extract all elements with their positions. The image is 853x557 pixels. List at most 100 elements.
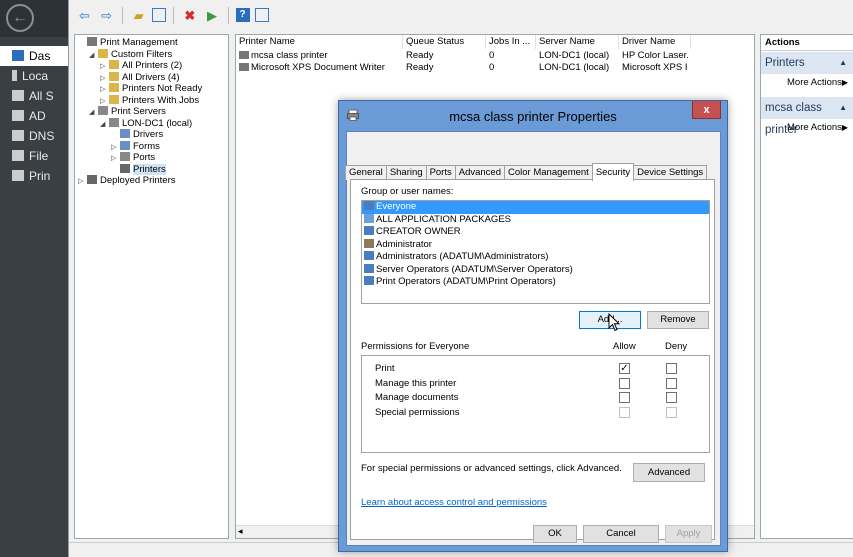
nav-item-dashboard[interactable]: Das [0,46,68,66]
column-header-jobs[interactable]: Jobs In ... [486,35,536,49]
deny-checkbox[interactable] [666,406,677,418]
action-more-actions[interactable]: More Actions ▶ [761,119,853,136]
deny-checkbox[interactable] [666,377,677,389]
tree-item[interactable]: Drivers [75,129,228,141]
user-list-item[interactable]: Print Operators (ADATUM\Print Operators) [362,276,709,289]
ok-button[interactable]: OK [533,525,577,543]
learn-permissions-link[interactable]: Learn about access control and permissio… [361,497,547,508]
tab-color-management[interactable]: Color Management [504,165,593,180]
cell-text: HP Color Laser. [622,50,689,61]
column-header-server-name[interactable]: Server Name [536,35,619,49]
tree-item[interactable]: ▷ All Printers (2) [75,60,228,72]
collapse-icon[interactable]: ▲ [839,52,847,74]
list-cell[interactable]: LON-DC1 (local) [536,50,619,62]
advanced-button[interactable]: Advanced [633,463,705,482]
list-cell[interactable]: Microsoft XPS I [619,62,691,74]
tab-device-settings[interactable]: Device Settings [633,165,708,180]
delete-icon[interactable]: ✖ [181,7,198,24]
scroll-left-icon[interactable]: ◂ [238,526,243,537]
remove-button[interactable]: Remove [647,311,709,329]
forward-icon[interactable]: ⇨ [98,7,115,24]
column-header-driver-name[interactable]: Driver Name [619,35,691,49]
list-cell[interactable]: 0 [486,62,536,74]
tree-item[interactable]: ▷ Printers Not Ready [75,83,228,95]
allow-label: Allow [613,341,636,352]
apply-button[interactable]: Apply [665,525,712,543]
up-folder-icon[interactable]: ▰ [130,7,147,24]
action-more-actions[interactable]: More Actions ▶ [761,74,853,91]
allow-checkbox[interactable]: ✓ [619,363,630,374]
show-hide-tree-icon[interactable] [152,8,167,22]
export-icon[interactable]: ▶ [203,7,220,24]
printer-name-cell[interactable]: Microsoft XPS Document Writer [236,62,403,74]
deny-checkbox[interactable] [666,363,677,374]
tree-item-label: All Drivers (4) [122,71,180,83]
allow-checkbox[interactable] [619,406,630,418]
tree-item[interactable]: Print Management [75,37,228,49]
nav-label: File [29,149,49,163]
tree-item-label: Printers Not Ready [122,83,203,94]
filter-icon [109,60,119,69]
nav-item-ad[interactable]: AD [0,106,68,126]
tree-item[interactable]: ▷ Forms [75,140,228,153]
user-group-icon [364,213,374,223]
list-cell[interactable]: Ready [403,50,486,62]
tree-item-label: Print Servers [111,106,166,117]
list-cell[interactable]: HP Color Laser. [619,50,691,62]
user-list-item[interactable]: Server Operators (ADATUM\Server Operator… [362,263,709,277]
back-arrow-icon[interactable]: ← [6,4,34,32]
actions-section-printers[interactable]: Printers ▲ [761,52,853,74]
column-header-queue-status[interactable]: Queue Status [403,35,486,49]
nav-item-file[interactable]: File [0,146,68,166]
user-list[interactable]: Everyone ALL APPLICATION PACKAGES CREATOR … [361,200,710,304]
tab-security[interactable]: Security [591,163,635,181]
nav-item-dns[interactable]: DNS [0,126,68,146]
nav-item-local-server[interactable]: Loca [0,66,68,86]
column-header-printer-name[interactable]: Printer Name [236,35,403,49]
tab-advanced[interactable]: Advanced [454,165,506,180]
user-name: Everyone [376,201,417,212]
tab-sharing[interactable]: Sharing [385,165,427,180]
tree-item[interactable]: ▷ Ports [75,152,228,164]
cell-text: 0 [489,50,495,61]
allow-checkbox[interactable] [619,377,630,389]
collapse-icon[interactable]: ▲ [839,97,847,119]
tree-item[interactable]: ▷ Printers With Jobs [75,94,228,107]
user-list-item[interactable]: Administrators (ADATUM\Administrators) [362,251,709,264]
user-group-icon [364,226,374,235]
dialog-title-bar[interactable]: mcsa class printer Properties x [339,101,727,131]
help-icon[interactable]: ? [235,8,250,22]
tree-item[interactable]: ▷ All Drivers (4) [75,71,228,84]
user-list-item[interactable]: Administrator [362,238,709,252]
nav-label: Loca [22,69,49,83]
back-icon[interactable]: ⇦ [76,7,93,24]
tree-item[interactable]: Printers [75,163,228,175]
nav-item-print[interactable]: Prin [0,166,68,186]
printer-name-cell[interactable]: mcsa class printer [236,50,403,62]
cancel-button[interactable]: Cancel [583,525,659,543]
list-cell[interactable]: LON-DC1 (local) [536,62,619,74]
list-cell[interactable]: 0 [486,50,536,62]
user-name: Administrators (ADATUM\Administrators) [376,251,549,262]
close-button[interactable]: x [692,101,721,119]
deny-checkbox[interactable] [666,392,677,403]
list-cell[interactable]: Ready [403,62,486,74]
properties-icon[interactable] [254,8,269,22]
user-group-icon [364,238,374,248]
actions-section-printer[interactable]: mcsa class printer ▲ [761,97,853,136]
user-list-item[interactable]: Everyone [362,201,709,214]
tree-item-label: All Printers (2) [122,60,183,71]
tree-item[interactable]: ◢ Print Servers [75,106,228,118]
expander-icon[interactable]: ▷ [78,176,87,188]
user-list-item[interactable]: ALL APPLICATION PACKAGES [362,213,709,227]
allow-checkbox[interactable] [619,392,630,403]
tree-item[interactable]: ◢ LON-DC1 (local) [75,117,228,130]
tree-item[interactable]: ▷ Deployed Printers [75,175,228,187]
tree-item[interactable]: ◢ Custom Filters [75,48,228,61]
server-manager-sidebar: ← Das Loca All S AD DNS File Prin [0,0,68,557]
tab-ports[interactable]: Ports [425,165,456,180]
tab-general[interactable]: General [345,165,387,180]
user-list-item[interactable]: CREATOR OWNER [362,226,709,239]
actions-header: Actions [761,35,853,51]
nav-item-all-servers[interactable]: All S [0,86,68,106]
